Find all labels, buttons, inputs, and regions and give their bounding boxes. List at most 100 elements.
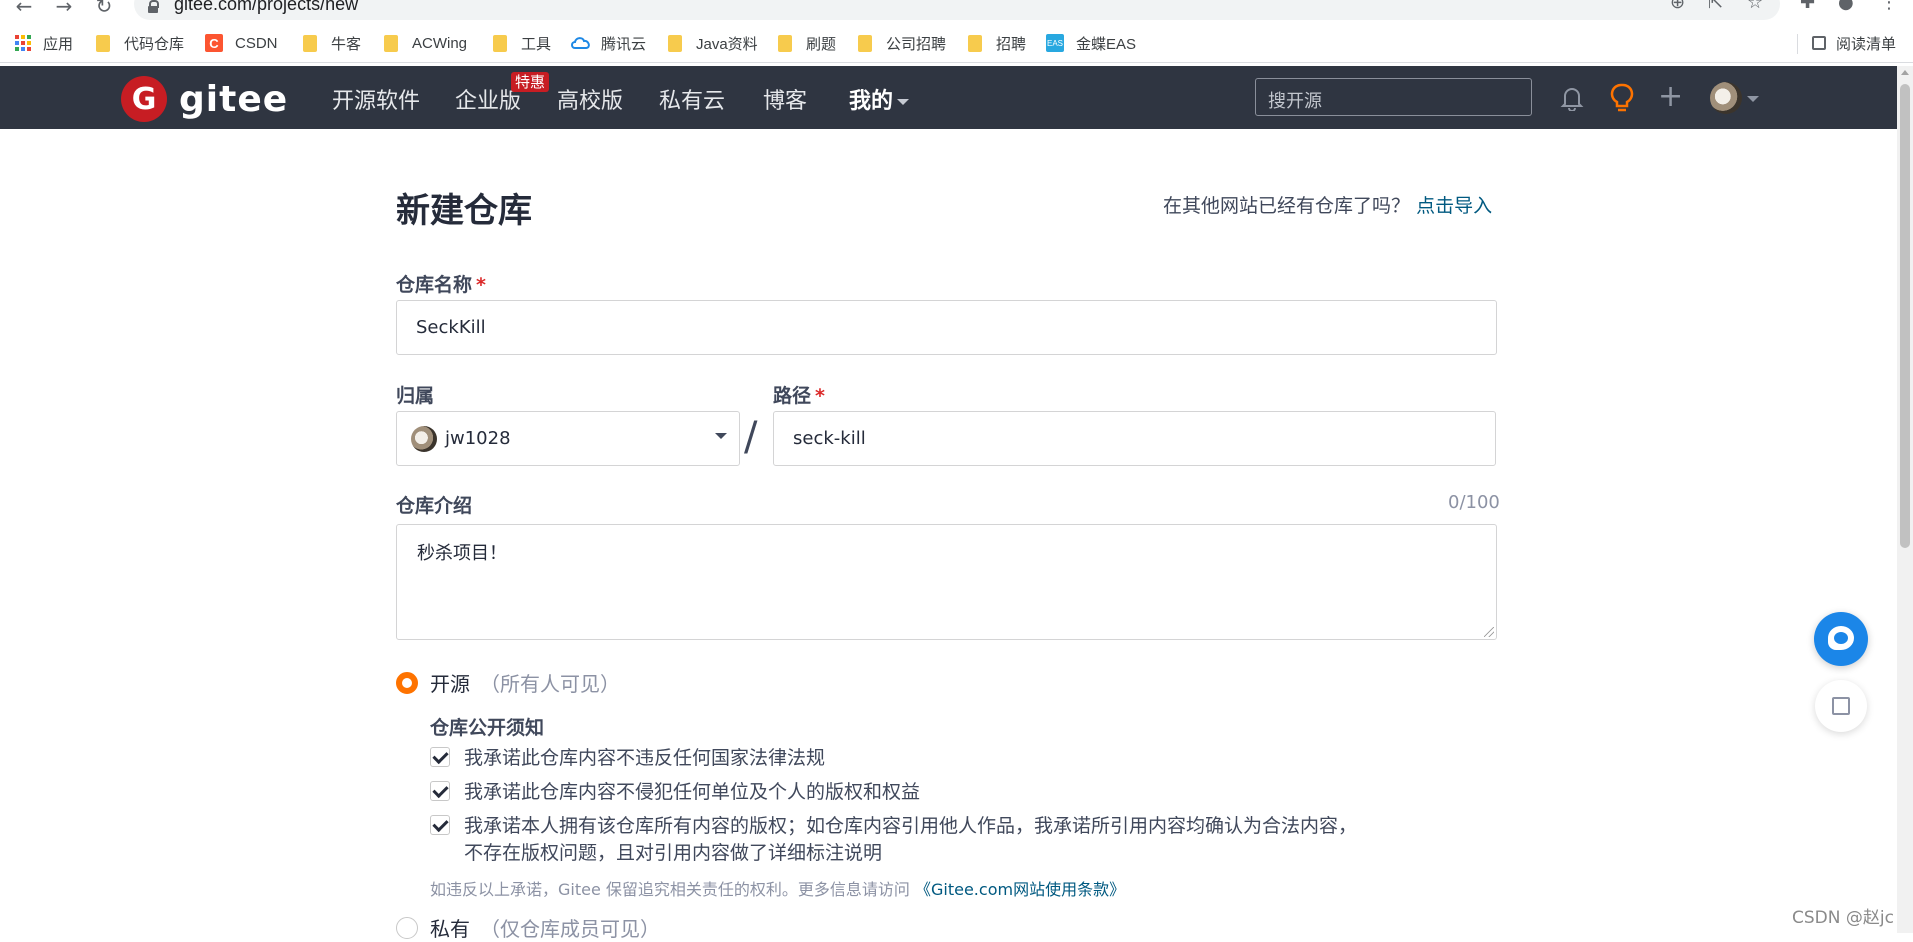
nav-blog[interactable]: 博客 [763, 83, 807, 115]
folder-icon [303, 34, 317, 52]
bookmark-company-jobs[interactable]: 公司招聘 [858, 33, 946, 53]
plus-icon[interactable]: + [1658, 82, 1683, 112]
nav-education[interactable]: 高校版 [557, 83, 623, 115]
csdn-icon: C [205, 34, 223, 52]
terms-link[interactable]: 《Gitee.com网站使用条款》 [915, 880, 1125, 899]
gitee-logo-mark: G [121, 76, 167, 122]
zoom-icon[interactable]: ⊕ [1670, 0, 1685, 13]
public-notice-title: 仓库公开须知 [430, 717, 545, 739]
extensions-icon[interactable]: ✚ [1800, 0, 1815, 13]
radio-unselected-icon[interactable] [396, 916, 418, 939]
description-counter: 0/100 [1448, 492, 1500, 513]
profile-icon[interactable]: ● [1838, 0, 1854, 13]
nav-mine-label: 我的 [849, 89, 894, 114]
bookmark-label: 牛客 [331, 35, 362, 53]
checkbox-checked-icon[interactable] [430, 747, 450, 767]
back-arrow-icon[interactable]: ← [12, 0, 36, 18]
repo-name-label: 仓库名称 * [396, 270, 486, 297]
checkbox-checked-icon[interactable] [430, 815, 450, 835]
lightbulb-icon[interactable] [1610, 83, 1634, 113]
cloud-icon [571, 36, 591, 50]
import-link[interactable]: 点击导入 [1416, 195, 1492, 217]
repo-name-label-text: 仓库名称 [396, 274, 473, 296]
checkbox-checked-icon[interactable] [430, 781, 450, 801]
description-textarea[interactable]: 秒杀项目！ [396, 524, 1497, 640]
legal-text: 如违反以上承诺，Gitee 保留追究相关责任的权利。更多信息请访问 [430, 880, 910, 899]
scrollbar-thumb[interactable] [1900, 84, 1910, 548]
folder-icon [668, 34, 682, 52]
bookmark-label: CSDN [235, 34, 278, 52]
repo-name-input[interactable]: SeckKill [396, 300, 1497, 355]
star-icon[interactable]: ☆ [1747, 0, 1763, 13]
path-input[interactable]: seck-kill [773, 411, 1496, 466]
path-label: 路径 * [773, 381, 825, 408]
nav-open-source[interactable]: 开源软件 [332, 83, 420, 115]
public-label: 开源 [430, 672, 470, 696]
bookmark-label: ACWing [412, 34, 468, 52]
path-separator: / [744, 414, 758, 460]
resize-handle-icon[interactable] [1484, 627, 1494, 637]
user-avatar[interactable] [1710, 82, 1742, 114]
bookmark-label: 工具 [521, 35, 552, 53]
public-radio-option[interactable]: 开源 （所有人可见） [396, 668, 620, 697]
bookmark-label: 腾讯云 [601, 35, 647, 53]
gitee-logo[interactable]: G gitee [121, 76, 288, 122]
chat-bubble-icon[interactable] [1814, 612, 1868, 666]
scroll-up-arrow-icon[interactable] [1901, 70, 1909, 75]
bookmark-nowcoder[interactable]: 牛客 [303, 33, 361, 53]
public-hint: （所有人可见） [480, 672, 620, 696]
required-mark: * [815, 385, 825, 407]
description-label: 仓库介绍 [396, 495, 473, 517]
pledge-checkbox-2[interactable]: 我承诺此仓库内容不侵犯任何单位及个人的版权和权益 [430, 779, 920, 806]
nav-private-cloud[interactable]: 私有云 [659, 83, 725, 115]
menu-dots-icon[interactable]: ⋮ [1880, 0, 1898, 13]
address-bar[interactable]: gitee.com/projects/new [134, 0, 1780, 20]
bookmarks-bar: 应用 代码仓库 C CSDN 牛客 ACWing 工具 腾讯云 Java资料 刷… [0, 24, 1913, 63]
bookmark-acwing[interactable]: ACWing [384, 33, 467, 53]
private-label: 私有 [430, 917, 470, 941]
reading-list-icon [1812, 36, 1826, 50]
bookmark-leetcode[interactable]: 刷题 [778, 33, 836, 53]
path-value: seck-kill [793, 428, 866, 449]
forward-arrow-icon[interactable]: → [52, 0, 76, 18]
bookmark-java[interactable]: Java资料 [668, 33, 758, 53]
import-tip-text: 在其他网站已经有仓库了吗？ [1163, 195, 1411, 217]
bookmark-label: Java资料 [696, 35, 758, 53]
reading-list-label: 阅读清单 [1836, 35, 1897, 53]
owner-label: 归属 [396, 385, 435, 407]
bookmark-label: 招聘 [996, 35, 1027, 53]
share-icon[interactable]: ⇱ [1708, 0, 1723, 13]
pledge-checkbox-3[interactable]: 我承诺本人拥有该仓库所有内容的版权；如仓库内容引用他人作品，我承诺所引用内容均确… [430, 813, 1357, 867]
url-text: gitee.com/projects/new [174, 0, 359, 14]
bookmark-tools[interactable]: 工具 [493, 33, 551, 53]
bookmark-apps[interactable]: 应用 [15, 33, 73, 53]
bookmark-label: 公司招聘 [886, 35, 947, 53]
feedback-edit-icon[interactable] [1815, 680, 1867, 732]
folder-icon [968, 34, 982, 52]
chevron-down-icon[interactable] [1747, 96, 1759, 102]
bookmark-divider [1797, 34, 1798, 54]
bookmark-label: 刷题 [806, 35, 837, 53]
pledge-checkbox-1[interactable]: 我承诺此仓库内容不违反任何国家法律法规 [430, 745, 825, 772]
gitee-logo-text: gitee [179, 78, 289, 120]
bookmark-tencent-cloud[interactable]: 腾讯云 [571, 33, 646, 53]
bookmark-csdn[interactable]: C CSDN [205, 33, 278, 53]
bookmark-eas[interactable]: EAS 金蝶EAS [1046, 33, 1136, 53]
pledge-text: 我承诺此仓库内容不侵犯任何单位及个人的版权和权益 [464, 781, 921, 803]
reload-icon[interactable]: ↻ [92, 0, 116, 18]
private-radio-option[interactable]: 私有 （仅仓库成员可见） [396, 913, 660, 942]
private-hint: （仅仓库成员可见） [480, 917, 660, 941]
reading-list-button[interactable]: 阅读清单 [1812, 33, 1896, 53]
chevron-down-icon [715, 433, 727, 439]
radio-selected-icon[interactable] [396, 671, 418, 694]
nav-mine[interactable]: 我的 [849, 83, 910, 115]
bookmark-code-repo[interactable]: 代码仓库 [96, 33, 184, 53]
bookmark-jobs[interactable]: 招聘 [968, 33, 1026, 53]
folder-icon [384, 34, 398, 52]
search-input[interactable]: 搜开源 [1255, 78, 1532, 116]
owner-select[interactable]: jw1028 [396, 411, 740, 466]
folder-icon [778, 34, 792, 52]
bookmark-label: 金蝶EAS [1076, 35, 1137, 53]
pledge-text: 我承诺本人拥有该仓库所有内容的版权；如仓库内容引用他人作品，我承诺所引用内容均确… [464, 813, 1357, 867]
bell-icon[interactable] [1560, 85, 1584, 112]
